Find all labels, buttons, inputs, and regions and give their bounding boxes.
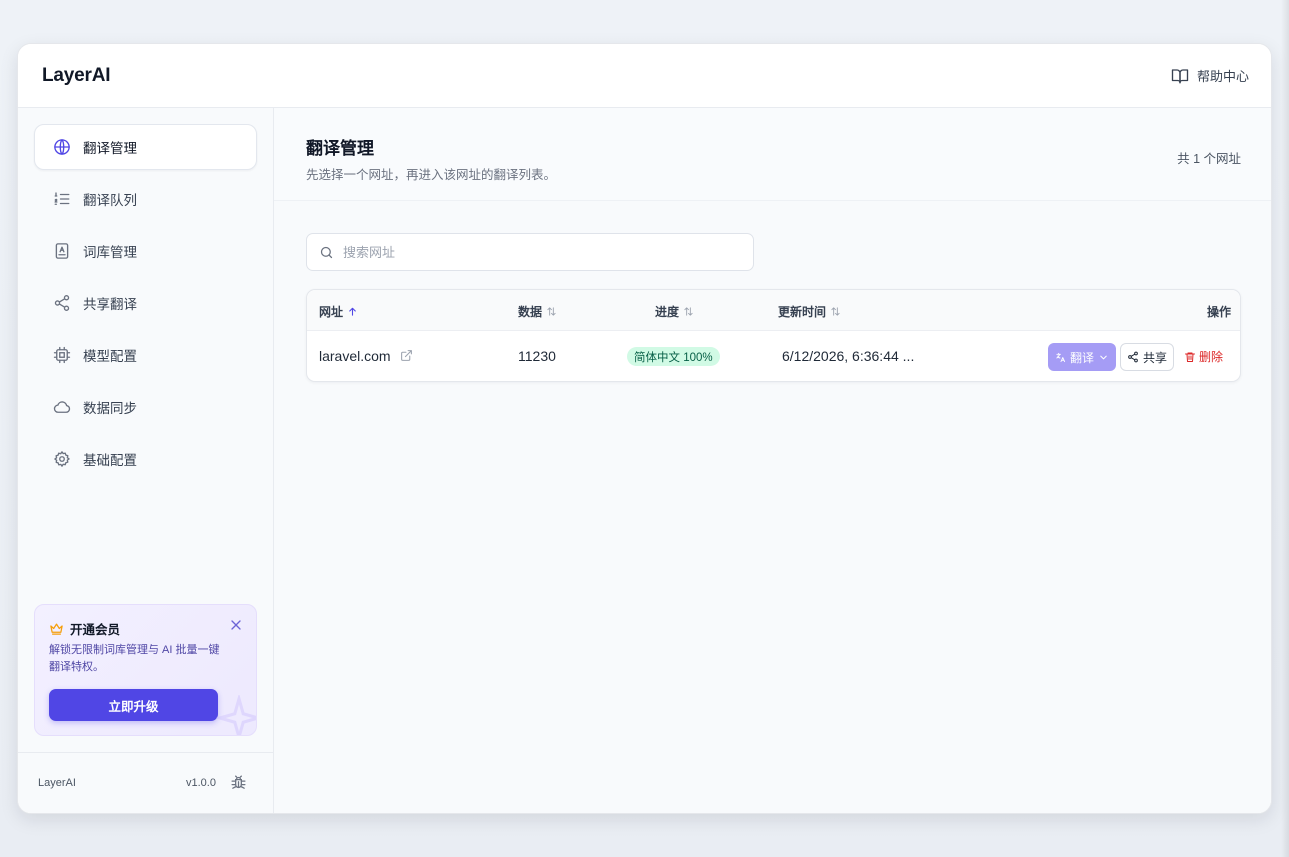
- help-center-link[interactable]: 帮助中心: [1171, 66, 1249, 85]
- cloud-icon: [53, 401, 71, 413]
- sort-asc-icon: [349, 307, 356, 316]
- app-window: LayerAI 帮助中心 翻译管理 翻译队列 词库管理 共享翻译 模型配置 数据…: [17, 43, 1272, 814]
- book-icon: [55, 243, 69, 259]
- translate-label: 翻译: [1069, 350, 1094, 365]
- search-input[interactable]: [343, 234, 743, 270]
- chevron-down-icon: [1100, 355, 1107, 359]
- screen-edge-shadow: [1281, 0, 1289, 857]
- list-ordered-icon: [54, 192, 70, 205]
- membership-promo-card: 开通会员 解锁无限制词库管理与 AI 批量一键翻译特权。 立即升级: [34, 604, 257, 736]
- sort-icon: [684, 307, 693, 316]
- page-title: 翻译管理: [306, 139, 374, 158]
- sidebar-item-label: 翻译队列: [83, 193, 137, 208]
- sidebar-footer: LayerAI v1.0.0: [18, 752, 274, 813]
- search-icon: [320, 246, 333, 259]
- sidebar-item-translation-management[interactable]: 翻译管理: [34, 124, 257, 170]
- sidebar-item-model-config[interactable]: 模型配置: [34, 332, 257, 378]
- close-icon[interactable]: [228, 617, 244, 633]
- share-icon: [1128, 351, 1138, 363]
- sidebar-item-label: 基础配置: [83, 453, 137, 468]
- column-label: 更新时间: [778, 305, 827, 319]
- book-open-icon: [1171, 68, 1189, 83]
- promo-title-text: 开通会员: [70, 623, 121, 637]
- column-header-updated[interactable]: 更新时间: [778, 303, 841, 320]
- column-label: 网址: [319, 305, 344, 319]
- promo-description: 解锁无限制词库管理与 AI 批量一键翻译特权。: [49, 644, 220, 673]
- translate-button[interactable]: 翻译: [1048, 343, 1116, 371]
- sidebar-item-translation-queue[interactable]: 翻译队列: [34, 176, 257, 222]
- sparkle-decoration-icon: [216, 695, 256, 735]
- site-url-link[interactable]: laravel.com: [319, 348, 391, 364]
- table-header: 网址 数据 进度 更新时间 操作: [307, 290, 1240, 331]
- trash-icon: [1185, 352, 1195, 362]
- column-label: 数据: [518, 305, 543, 319]
- column-header-progress[interactable]: 进度: [655, 303, 694, 320]
- sidebar-item-label: 翻译管理: [83, 141, 137, 156]
- main-content: 翻译管理 先选择一个网址，再进入该网址的翻译列表。 共 1 个网址 网址 数据: [274, 108, 1271, 813]
- globe-icon: [54, 139, 70, 155]
- sidebar: 翻译管理 翻译队列 词库管理 共享翻译 模型配置 数据同步 基础配置 开通会员 …: [18, 108, 274, 813]
- gear-icon: [54, 451, 70, 467]
- column-label: 操作: [1207, 305, 1232, 319]
- column-header-url[interactable]: 网址: [319, 303, 358, 320]
- crown-icon: [50, 623, 63, 635]
- external-link-icon[interactable]: [400, 349, 413, 362]
- bug-icon[interactable]: [230, 774, 247, 791]
- column-label: 进度: [655, 305, 680, 319]
- delete-button[interactable]: 删除: [1184, 348, 1223, 365]
- sidebar-item-data-sync[interactable]: 数据同步: [34, 384, 257, 430]
- sidebar-item-label: 数据同步: [83, 401, 137, 416]
- cell-updated-time: 6/12/2026, 6:36:44 ...: [782, 348, 915, 364]
- page-subtitle: 先选择一个网址，再进入该网址的翻译列表。: [306, 168, 557, 182]
- column-header-data[interactable]: 数据: [518, 303, 557, 320]
- delete-label: 删除: [1199, 350, 1224, 364]
- sort-icon: [547, 307, 556, 316]
- promo-title: 开通会员: [49, 619, 120, 638]
- column-header-actions: 操作: [1207, 303, 1231, 320]
- sidebar-item-basic-config[interactable]: 基础配置: [34, 436, 257, 482]
- site-count: 共 1 个网址: [1177, 152, 1241, 166]
- share-label: 共享: [1142, 350, 1167, 365]
- app-version: v1.0.0: [186, 777, 216, 789]
- cell-data-count: 11230: [518, 348, 556, 364]
- table-row: laravel.com 11230 简体中文 100% 6/12/2026, 6…: [307, 331, 1240, 382]
- sidebar-nav: 翻译管理 翻译队列 词库管理 共享翻译 模型配置 数据同步 基础配置: [34, 124, 257, 488]
- sidebar-item-glossary-management[interactable]: 词库管理: [34, 228, 257, 274]
- search-box: [306, 233, 754, 271]
- sidebar-item-shared-translation[interactable]: 共享翻译: [34, 280, 257, 326]
- sites-table: 网址 数据 进度 更新时间 操作 laravel.com 11230 简体中文 …: [306, 289, 1241, 382]
- sidebar-item-label: 共享翻译: [83, 297, 137, 312]
- share-button[interactable]: 共享: [1120, 343, 1174, 371]
- page-header: 翻译管理 先选择一个网址，再进入该网址的翻译列表。 共 1 个网址: [274, 108, 1271, 201]
- upgrade-button[interactable]: 立即升级: [49, 689, 218, 721]
- sort-icon: [831, 307, 840, 316]
- sidebar-item-label: 模型配置: [83, 349, 137, 364]
- sidebar-item-label: 词库管理: [83, 245, 137, 260]
- footer-brand: LayerAI: [38, 777, 76, 789]
- translate-icon: [1056, 352, 1066, 362]
- progress-badge: 简体中文 100%: [627, 347, 720, 366]
- chip-icon: [53, 346, 71, 364]
- share-icon: [54, 295, 70, 311]
- cell-url: laravel.com: [319, 348, 413, 364]
- brand-logo: LayerAI: [42, 65, 111, 86]
- top-bar: LayerAI 帮助中心: [18, 44, 1271, 108]
- help-center-label: 帮助中心: [1196, 69, 1249, 84]
